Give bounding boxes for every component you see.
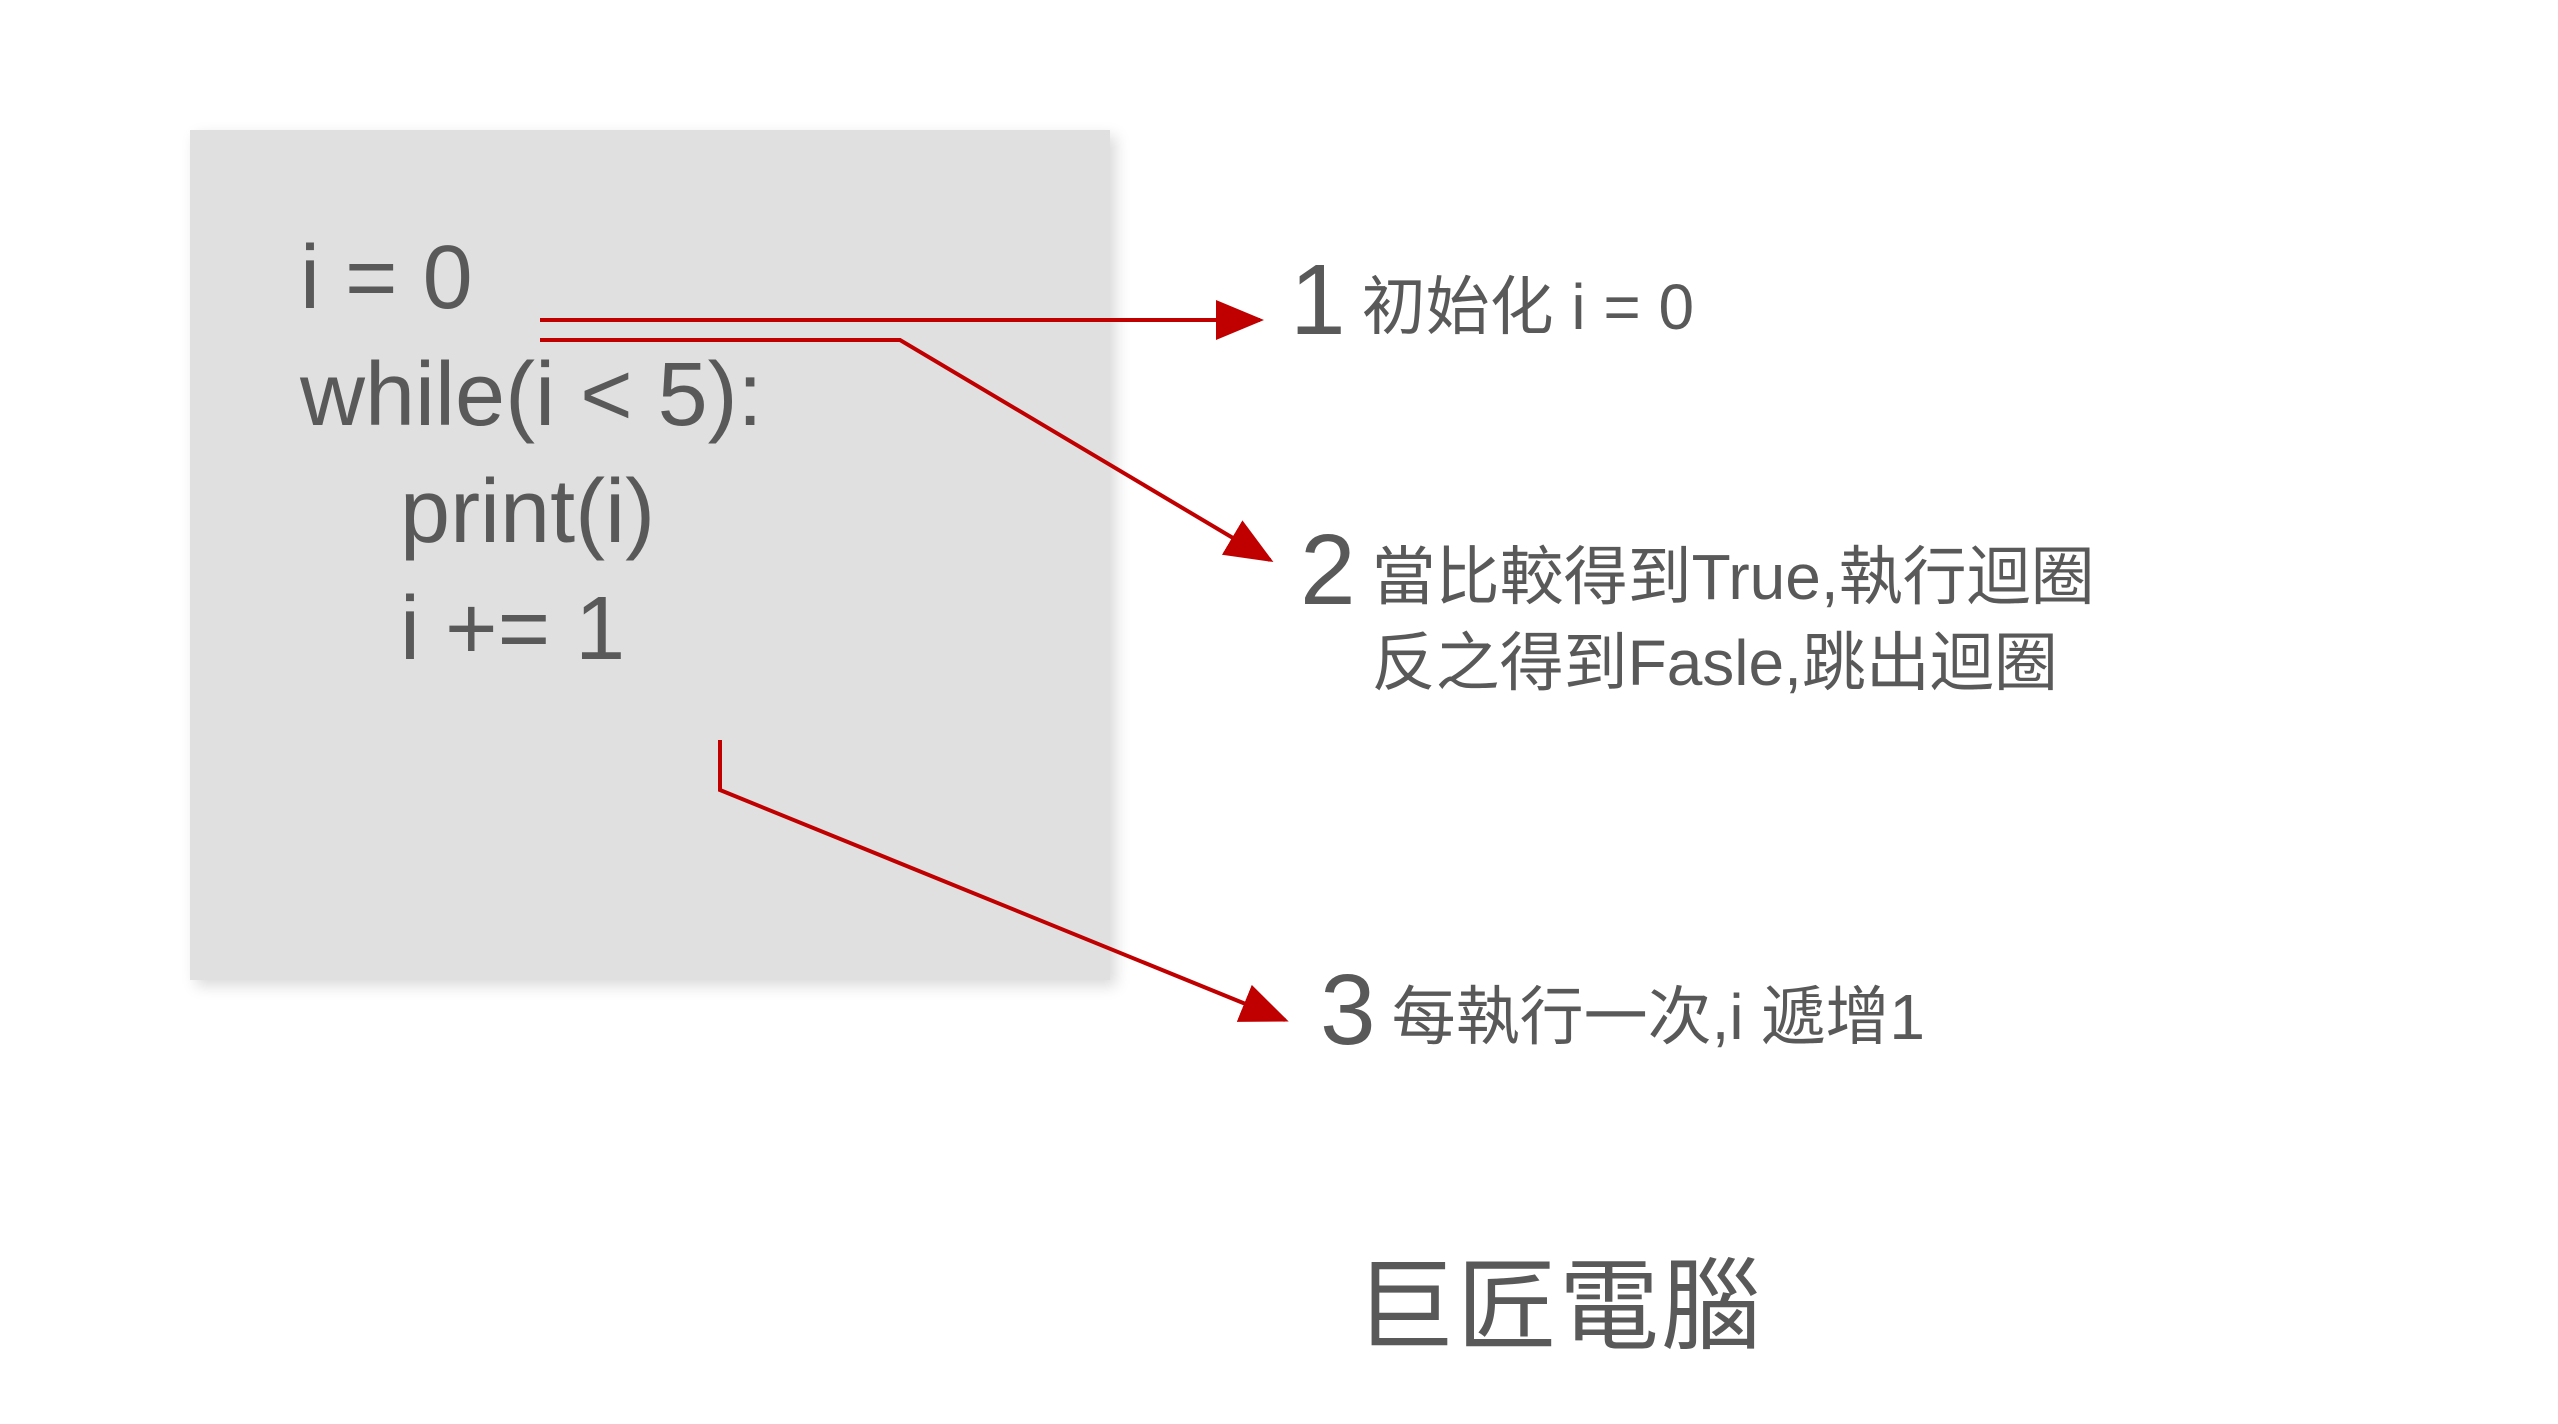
annotation-2-text: 當比較得到True,執行迴圈 反之得到Fasle,跳出迴圈 bbox=[1372, 520, 2095, 707]
annotation-2: 2 當比較得到True,執行迴圈 反之得到Fasle,跳出迴圈 bbox=[1300, 520, 2095, 707]
annotation-1-text: 初始化 i = 0 bbox=[1362, 250, 1695, 350]
annotation-1-num: 1 bbox=[1290, 250, 1346, 350]
watermark-text: 巨匠電腦 bbox=[1355, 1225, 1763, 1370]
code-line-3: print(i) bbox=[300, 454, 1040, 571]
annotation-3-text: 每執行一次,i 遞增1 bbox=[1392, 960, 1925, 1060]
annotation-1: 1 初始化 i = 0 bbox=[1290, 250, 1694, 350]
code-line-1: i = 0 bbox=[300, 220, 1040, 337]
annotation-2-num: 2 bbox=[1300, 520, 1356, 620]
code-block: i = 0 while(i < 5): print(i) i += 1 bbox=[190, 130, 1110, 980]
code-line-4: i += 1 bbox=[300, 571, 1040, 688]
annotation-3: 3 每執行一次,i 遞增1 bbox=[1320, 960, 1925, 1060]
code-line-2: while(i < 5): bbox=[300, 337, 1040, 454]
annotation-3-num: 3 bbox=[1320, 960, 1376, 1060]
